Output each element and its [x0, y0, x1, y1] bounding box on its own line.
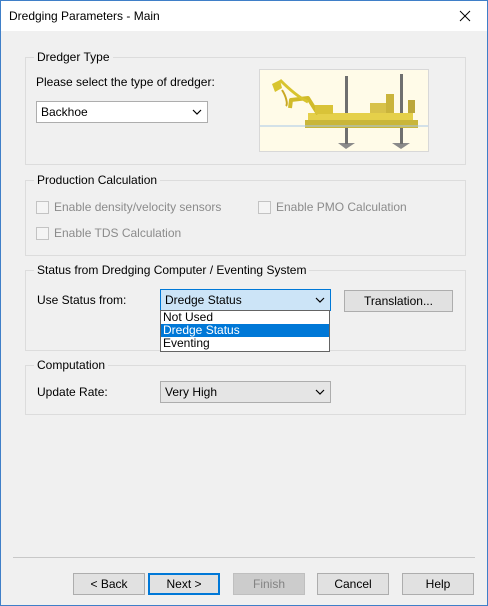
- checkbox-box: [36, 226, 49, 240]
- dredger-type-value: Backhoe: [41, 105, 88, 119]
- pmo-label: Enable PMO Calculation: [276, 200, 407, 214]
- dialog-window: Dredging Parameters - Main Dredger Type …: [0, 0, 488, 606]
- checkbox-box: [258, 200, 271, 214]
- tds-label: Enable TDS Calculation: [54, 226, 182, 240]
- status-source-value: Dredge Status: [165, 293, 242, 307]
- dredger-type-select[interactable]: Backhoe: [36, 101, 208, 123]
- help-button[interactable]: Help: [402, 573, 474, 595]
- tds-checkbox[interactable]: Enable TDS Calculation: [36, 226, 181, 240]
- status-source-dropdown: Not Used Dredge Status Eventing: [160, 310, 330, 352]
- status-source-select[interactable]: Dredge Status: [160, 289, 331, 311]
- finish-button[interactable]: Finish: [233, 573, 305, 595]
- chevron-down-icon: [314, 290, 326, 310]
- chevron-down-icon: [191, 102, 203, 122]
- status-group-label: Status from Dredging Computer / Eventing…: [34, 263, 310, 277]
- backhoe-dredger-icon: [260, 74, 428, 149]
- update-rate-select[interactable]: Very High: [160, 381, 331, 403]
- pmo-checkbox[interactable]: Enable PMO Calculation: [258, 200, 407, 214]
- window-title: Dredging Parameters - Main: [9, 9, 160, 23]
- title-bar: Dredging Parameters - Main: [1, 1, 487, 31]
- footer-separator: [13, 557, 475, 558]
- close-button[interactable]: [443, 1, 487, 31]
- dredger-type-group-label: Dredger Type: [34, 50, 113, 64]
- production-group-label: Production Calculation: [34, 173, 161, 187]
- dropdown-option-eventing[interactable]: Eventing: [161, 337, 329, 350]
- dredger-illustration: [259, 69, 429, 152]
- update-rate-value: Very High: [165, 385, 218, 399]
- use-status-label: Use Status from:: [37, 293, 127, 307]
- next-button[interactable]: Next >: [148, 573, 220, 595]
- chevron-down-icon: [314, 382, 326, 402]
- density-velocity-checkbox[interactable]: Enable density/velocity sensors: [36, 200, 221, 214]
- back-button[interactable]: < Back: [73, 573, 145, 595]
- computation-group-label: Computation: [34, 358, 109, 372]
- translation-button[interactable]: Translation...: [344, 290, 453, 312]
- cancel-button[interactable]: Cancel: [317, 573, 389, 595]
- checkbox-box: [36, 200, 49, 214]
- update-rate-label: Update Rate:: [37, 385, 108, 399]
- close-icon: [459, 10, 471, 22]
- dredger-type-prompt: Please select the type of dredger:: [36, 75, 215, 89]
- production-calculation-group: Production Calculation: [25, 173, 466, 256]
- density-velocity-label: Enable density/velocity sensors: [54, 200, 222, 214]
